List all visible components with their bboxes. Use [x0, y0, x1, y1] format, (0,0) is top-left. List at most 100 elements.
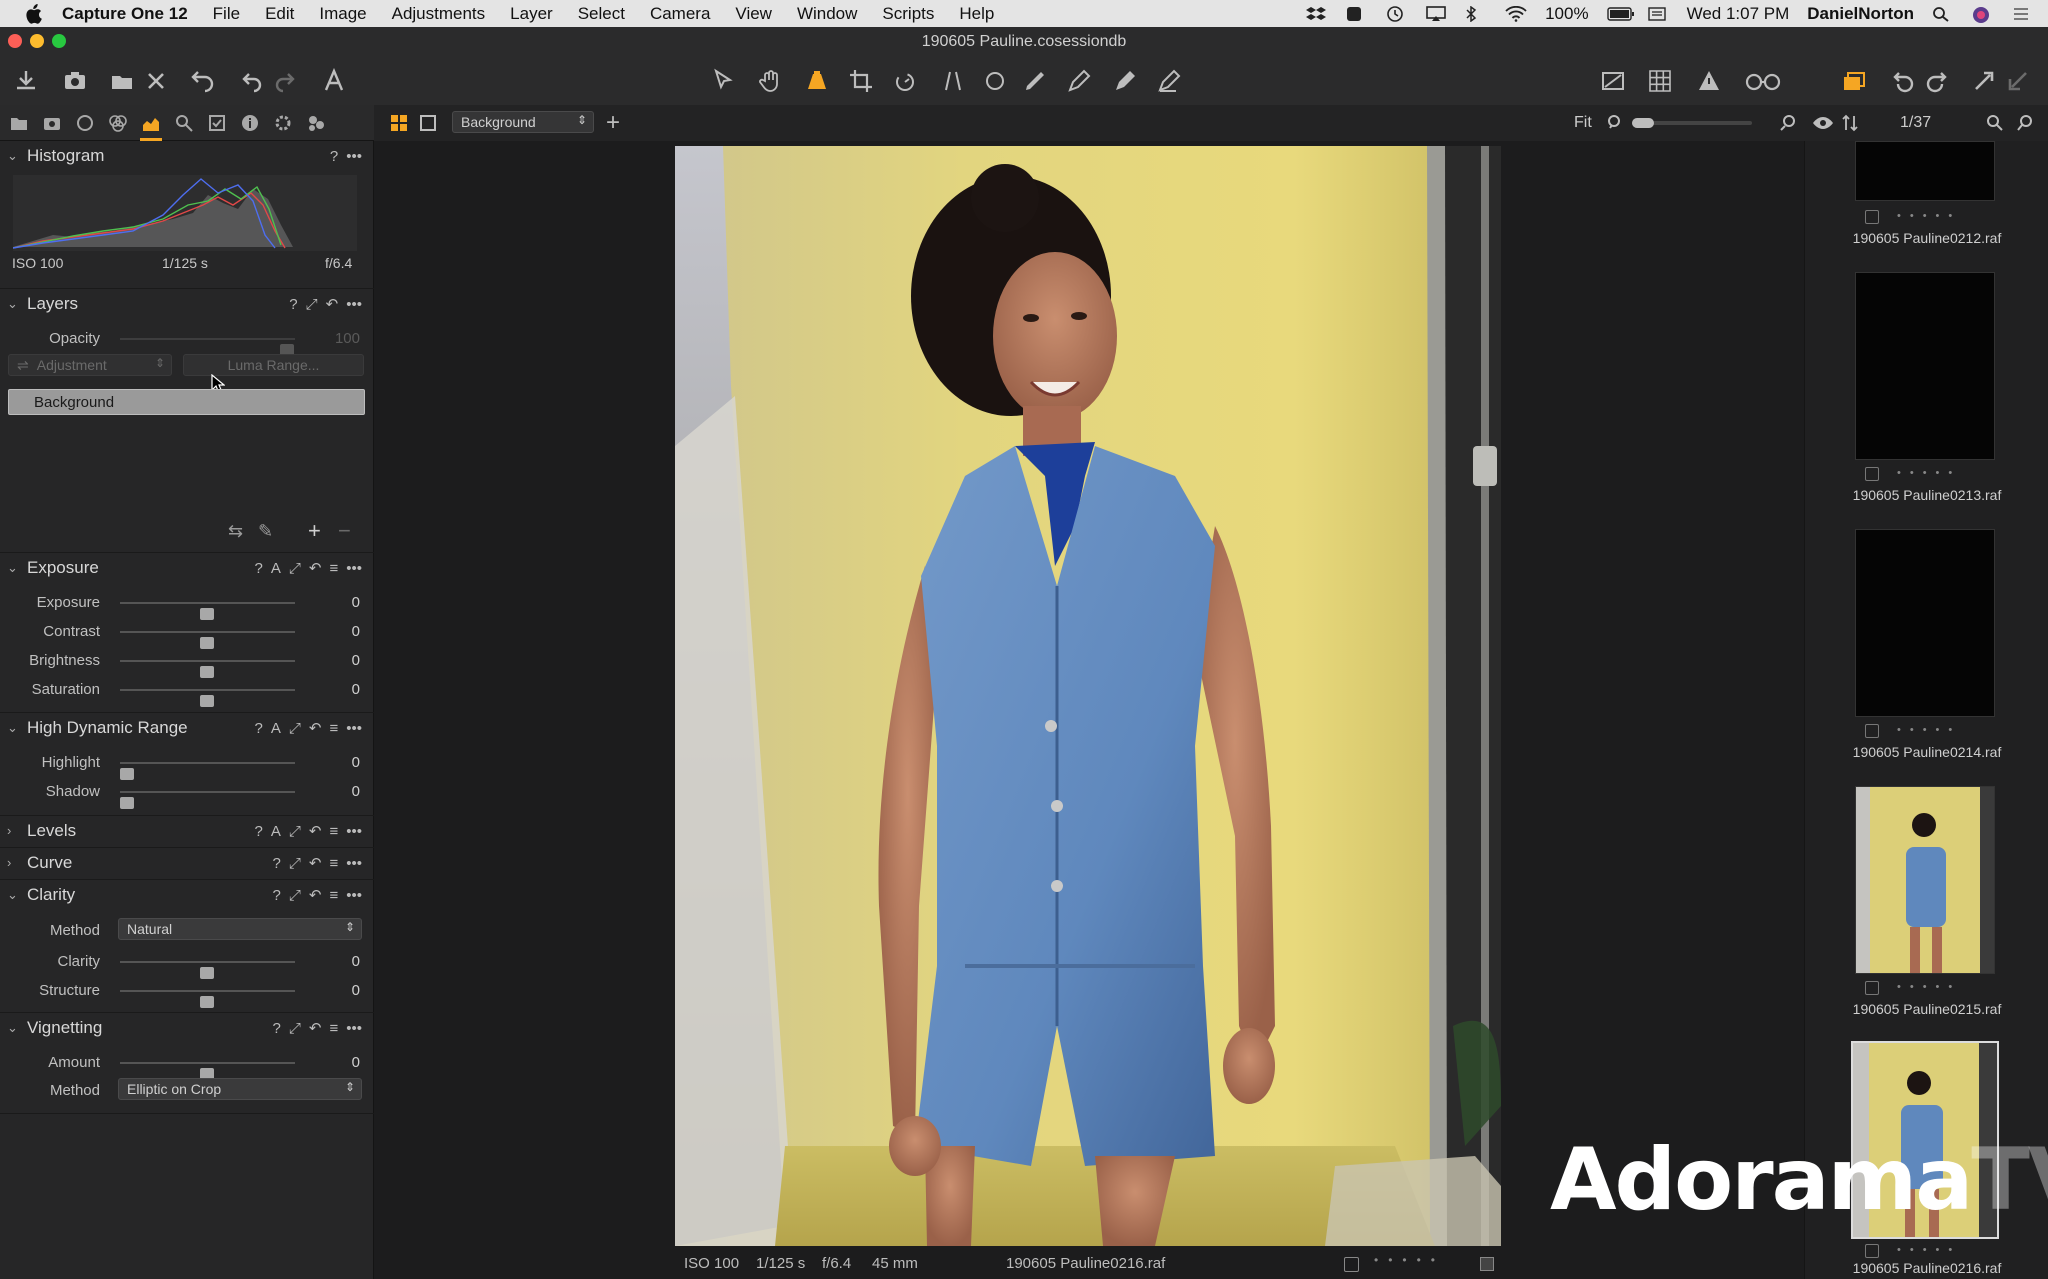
advanced-search-icon[interactable] — [2016, 114, 2034, 137]
capture-button[interactable] — [61, 67, 89, 95]
layer-selector[interactable]: Background ⇕ — [452, 111, 594, 133]
menu-help[interactable]: Help — [959, 4, 994, 24]
text-overlay-icon[interactable] — [320, 67, 348, 95]
reset-icon[interactable]: ↶ — [309, 1019, 322, 1037]
zoom-out-icon[interactable] — [1606, 114, 1624, 137]
star-rating[interactable]: ••••• — [1897, 724, 1961, 736]
menu-app-name[interactable]: Capture One 12 — [62, 4, 188, 24]
evernote-icon[interactable] — [1345, 6, 1367, 22]
structure-value[interactable]: 0 — [330, 982, 360, 999]
help-icon[interactable]: ? — [255, 560, 263, 577]
shadow-value[interactable]: 0 — [330, 783, 360, 800]
fit-zoom-label[interactable]: Fit — [1574, 114, 1592, 132]
delete-button[interactable] — [142, 67, 170, 95]
rotate-icon[interactable] — [891, 67, 919, 95]
zoom-in-icon[interactable] — [1779, 114, 1797, 137]
presets-icon[interactable]: ≡ — [329, 887, 338, 904]
help-icon[interactable]: ? — [330, 148, 338, 165]
auto-icon[interactable]: A — [271, 720, 281, 737]
reset-icon[interactable]: ↶ — [309, 559, 322, 577]
battery-icon[interactable] — [1606, 6, 1634, 22]
notification-center-icon[interactable] — [2012, 6, 2034, 22]
help-icon[interactable]: ? — [255, 720, 263, 737]
star-rating[interactable]: ••••• — [1897, 981, 1961, 993]
select-cursor-icon[interactable] — [710, 67, 738, 95]
menu-file[interactable]: File — [213, 4, 240, 24]
chevron-down-icon[interactable]: ⌄ — [7, 296, 19, 312]
help-icon[interactable]: ? — [255, 823, 263, 840]
menu-camera[interactable]: Camera — [650, 4, 710, 24]
draw-mask-icon[interactable] — [1065, 67, 1093, 95]
select-checkbox[interactable] — [1865, 981, 1879, 995]
menu-scripts[interactable]: Scripts — [882, 4, 934, 24]
proof-glasses-icon[interactable] — [1744, 67, 1782, 95]
more-icon[interactable]: ••• — [346, 887, 362, 904]
menu-view[interactable]: View — [735, 4, 772, 24]
curve-header[interactable]: › Curve ? ⤢ ↶ ≡ ••• — [0, 847, 374, 877]
saturation-knob[interactable] — [200, 695, 214, 707]
star-rating[interactable]: ••••• — [1897, 467, 1961, 479]
multi-view-icon[interactable] — [390, 114, 408, 132]
auto-icon[interactable]: A — [271, 823, 281, 840]
thumbnail-0212[interactable] — [1855, 141, 1995, 201]
select-checkbox[interactable] — [1344, 1257, 1359, 1272]
copy-apply-icon[interactable]: ⤢ — [289, 1020, 301, 1037]
chevron-right-icon[interactable]: › — [7, 823, 19, 838]
apple-icon[interactable] — [22, 3, 44, 24]
saturation-value[interactable]: 0 — [330, 681, 360, 698]
more-icon[interactable]: ••• — [346, 823, 362, 840]
copy-apply-icon[interactable]: ⤢ — [306, 296, 318, 313]
main-photo[interactable] — [675, 146, 1501, 1246]
menu-window[interactable]: Window — [797, 4, 857, 24]
select-checkbox[interactable] — [1865, 1244, 1879, 1258]
color-picker-icon[interactable] — [1021, 67, 1049, 95]
presets-icon[interactable]: ≡ — [329, 720, 338, 737]
undo-button[interactable] — [189, 67, 217, 95]
help-icon[interactable]: ? — [273, 887, 281, 904]
chevron-down-icon[interactable]: ⌄ — [7, 887, 19, 903]
structure-knob[interactable] — [200, 996, 214, 1008]
add-layer-button[interactable]: + — [308, 518, 321, 544]
zoom-slider-knob[interactable] — [1632, 118, 1654, 128]
reset-icon[interactable]: ↶ — [309, 886, 322, 904]
shadow-slider[interactable] — [120, 791, 295, 809]
more-icon[interactable]: ••• — [346, 560, 362, 577]
thumbnail-0213[interactable] — [1855, 272, 1995, 460]
layer-item-background[interactable]: Background — [8, 389, 365, 415]
lens-tab-icon[interactable] — [74, 112, 96, 134]
menubar-user[interactable]: DanielNorton — [1807, 4, 1914, 24]
close-window-button[interactable] — [8, 34, 22, 48]
contrast-value[interactable]: 0 — [330, 623, 360, 640]
airplay-icon[interactable] — [1425, 5, 1447, 22]
chevron-down-icon[interactable]: ⌄ — [7, 148, 19, 164]
star-rating[interactable]: ••••• — [1897, 1244, 1961, 1256]
menu-edit[interactable]: Edit — [265, 4, 294, 24]
vignetting-header[interactable]: ⌄ Vignetting ? ⤢ ↶ ≡ ••• — [0, 1012, 374, 1042]
keystone-icon[interactable] — [939, 67, 967, 95]
brush-dropdown-icon[interactable]: ✎ — [258, 521, 273, 542]
brightness-slider[interactable] — [120, 660, 295, 678]
help-icon[interactable]: ? — [289, 296, 297, 313]
apply-adjustments-icon[interactable] — [2004, 67, 2032, 95]
redo-step-button[interactable] — [271, 67, 299, 95]
erase-mask-icon[interactable] — [1155, 67, 1183, 95]
structure-slider[interactable] — [120, 990, 295, 1008]
library-tab-icon[interactable] — [8, 112, 30, 134]
sort-icon[interactable] — [1842, 114, 1858, 137]
copy-stack-icon[interactable] — [1840, 67, 1868, 95]
adjustments-tab-icon[interactable] — [206, 112, 228, 134]
batch-tab-icon[interactable] — [305, 112, 327, 134]
gradient-mask-icon[interactable] — [1111, 67, 1139, 95]
levels-header[interactable]: › Levels ? A ⤢ ↶ ≡ ••• — [0, 815, 374, 845]
exposure-header[interactable]: ⌄ Exposure ? A ⤢ ↶ ≡ ••• — [0, 552, 374, 582]
saturation-slider[interactable] — [120, 689, 295, 707]
chevron-down-icon[interactable]: ⌄ — [7, 720, 19, 736]
contrast-slider[interactable] — [120, 631, 295, 649]
metadata-tab-icon[interactable] — [239, 112, 261, 134]
luma-range-button[interactable]: Luma Range... — [183, 354, 364, 376]
vignetting-method-select[interactable]: Elliptic on Crop ⇕ — [118, 1078, 362, 1100]
menu-adjustments[interactable]: Adjustments — [392, 4, 486, 24]
star-rating[interactable]: ••••• — [1897, 210, 1961, 222]
help-icon[interactable]: ? — [273, 1020, 281, 1037]
hdr-header[interactable]: ⌄ High Dynamic Range ? A ⤢ ↶ ≡ ••• — [0, 712, 374, 742]
